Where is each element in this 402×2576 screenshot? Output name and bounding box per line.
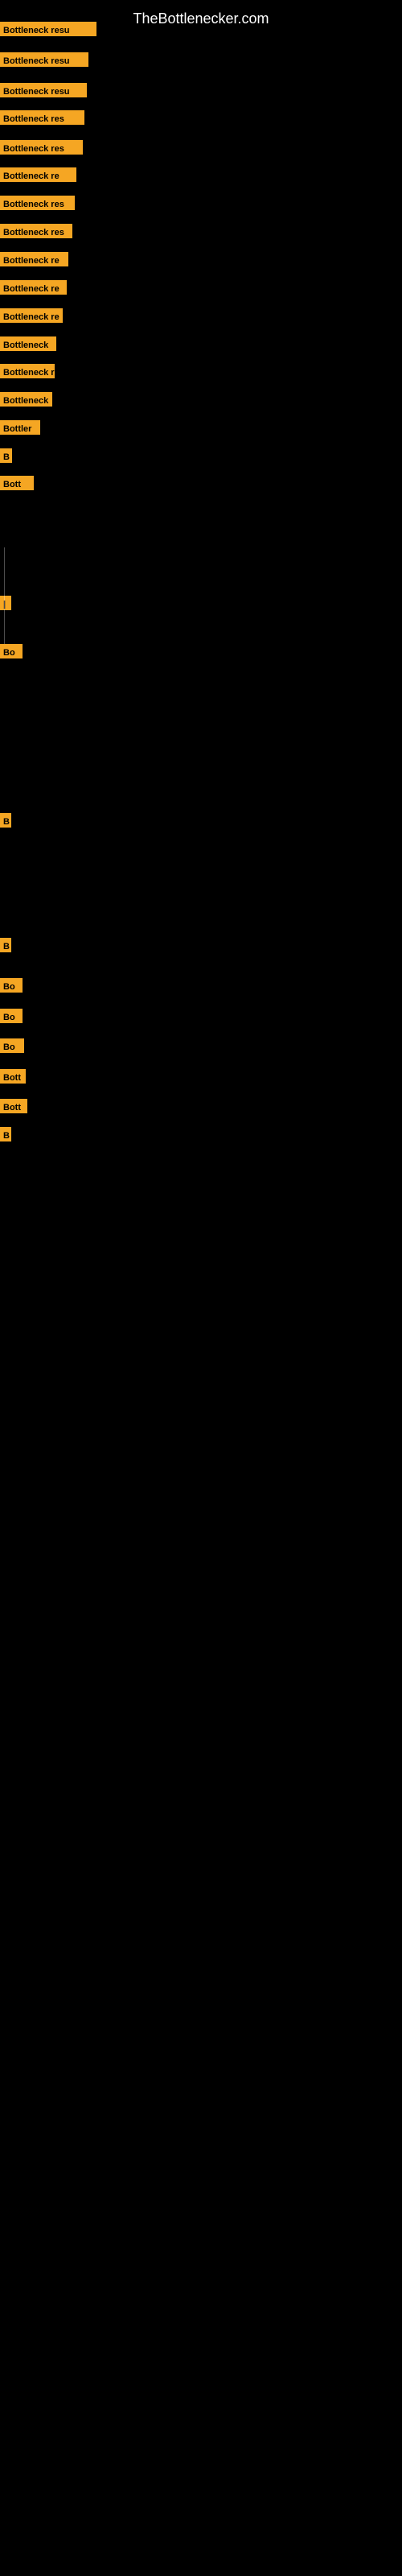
bottleneck-bar-13[interactable]: Bottleneck [0,392,52,407]
bottleneck-bar-18[interactable]: Bo [0,644,23,658]
bottleneck-bar-14[interactable]: Bottler [0,420,40,435]
bottleneck-bar-20[interactable]: B [0,938,11,952]
vertical-line-0 [4,547,5,644]
bottleneck-bar-19[interactable]: B [0,813,11,828]
bottleneck-bar-10[interactable]: Bottleneck re [0,308,63,323]
bottleneck-bar-9[interactable]: Bottleneck re [0,280,67,295]
bottleneck-bar-1[interactable]: Bottleneck resu [0,52,88,67]
bottleneck-bar-21[interactable]: Bo [0,978,23,993]
bottleneck-bar-23[interactable]: Bo [0,1038,24,1053]
bottleneck-bar-11[interactable]: Bottleneck [0,336,56,351]
bottleneck-bar-25[interactable]: Bott [0,1099,27,1113]
bottleneck-bar-24[interactable]: Bott [0,1069,26,1084]
bottleneck-bar-26[interactable]: B [0,1127,11,1141]
bottleneck-bar-17[interactable]: | [0,596,11,610]
bottleneck-bar-5[interactable]: Bottleneck re [0,167,76,182]
bottleneck-bar-15[interactable]: B [0,448,12,463]
bottleneck-bar-3[interactable]: Bottleneck res [0,110,84,125]
bottleneck-bar-4[interactable]: Bottleneck res [0,140,83,155]
bottleneck-bar-16[interactable]: Bott [0,476,34,490]
bottleneck-bar-22[interactable]: Bo [0,1009,23,1023]
chart-area: TheBottlenecker.com Bottleneck resuBottl… [0,0,402,2576]
bottleneck-bar-7[interactable]: Bottleneck res [0,224,72,238]
bottleneck-bar-2[interactable]: Bottleneck resu [0,83,87,97]
bottleneck-bar-6[interactable]: Bottleneck res [0,196,75,210]
bottleneck-bar-8[interactable]: Bottleneck re [0,252,68,266]
bottleneck-bar-0[interactable]: Bottleneck resu [0,22,96,36]
bottleneck-bar-12[interactable]: Bottleneck r [0,364,55,378]
